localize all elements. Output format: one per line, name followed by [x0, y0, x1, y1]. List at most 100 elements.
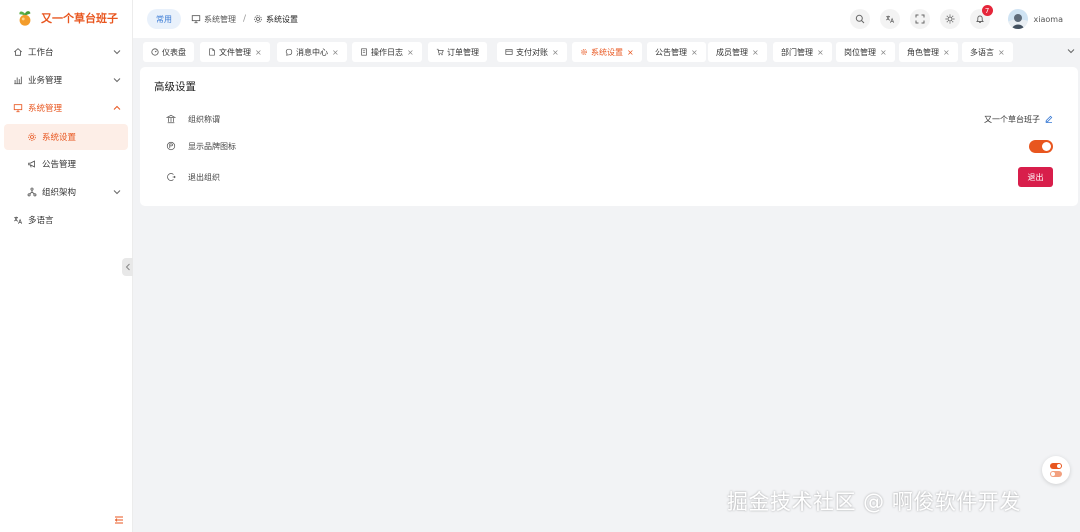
tab-departments[interactable]: 部门管理 ×	[773, 42, 832, 62]
org-name-value: 又一个草台班子	[984, 114, 1053, 125]
tab-members[interactable]: 成员管理 ×	[708, 42, 767, 62]
sun-icon	[945, 14, 955, 24]
org-name-text: 又一个草台班子	[984, 114, 1040, 124]
sidebar-item-label: 多语言	[28, 216, 54, 226]
log-icon	[361, 48, 367, 56]
tab-system-settings[interactable]: 系统设置 ×	[572, 42, 642, 62]
close-icon[interactable]: ×	[627, 48, 634, 57]
top-header: 常用 系统管理 / 系统设置 7 xiaoma	[133, 0, 1080, 38]
tab-orders[interactable]: 订单管理	[428, 42, 487, 62]
tab-label: 多语言	[970, 47, 994, 57]
breadcrumb-item[interactable]: 系统管理	[191, 14, 236, 25]
leave-org-button[interactable]: 退出	[1018, 167, 1053, 187]
notification-button[interactable]: 7	[969, 5, 993, 29]
avatar[interactable]	[1007, 9, 1028, 29]
notification-badge: 7	[981, 5, 993, 16]
gear-icon	[254, 15, 262, 23]
tab-label: 支付对账	[516, 47, 548, 57]
sidebar-item-announcements[interactable]: 公告管理	[0, 151, 133, 177]
gear-icon	[581, 49, 587, 55]
tab-dashboard[interactable]: 仪表盘	[143, 42, 194, 62]
setting-label: 退出组织	[188, 172, 220, 182]
username[interactable]: xiaoma	[1034, 15, 1063, 24]
tab-label: 系统设置	[591, 47, 623, 57]
close-icon[interactable]: ×	[332, 48, 339, 57]
close-icon[interactable]: ×	[998, 48, 1005, 57]
close-icon[interactable]: ×	[752, 48, 759, 57]
toggle-knob	[1042, 141, 1051, 151]
search-button[interactable]	[849, 9, 870, 29]
tab-label: 消息中心	[296, 47, 328, 57]
floating-settings-button[interactable]	[1042, 456, 1070, 484]
sidebar-item-org-structure[interactable]: 组织架构	[0, 179, 133, 205]
tab-label: 角色管理	[907, 47, 939, 57]
sidebar-collapse-handle[interactable]	[122, 258, 133, 276]
close-icon[interactable]: ×	[880, 48, 887, 57]
chevron-left-icon	[125, 263, 130, 271]
sidebar-item-workbench[interactable]: 工作台	[0, 39, 133, 65]
setting-label: 组织称谓	[188, 114, 220, 124]
sidebar-item-system-settings[interactable]: 系统设置	[4, 124, 128, 150]
toggle-icon	[1050, 471, 1062, 477]
breadcrumb-separator: /	[243, 14, 247, 24]
building-icon	[166, 114, 176, 124]
tab-operation-log[interactable]: 操作日志 ×	[352, 42, 422, 62]
chevron-up-icon	[113, 105, 121, 110]
common-chip[interactable]: 常用	[147, 9, 181, 29]
avatar-image	[1007, 9, 1028, 29]
tab-label: 部门管理	[781, 47, 813, 57]
message-icon	[285, 48, 293, 56]
tab-positions[interactable]: 岗位管理 ×	[836, 42, 895, 62]
card-icon	[505, 49, 513, 55]
cart-icon	[436, 48, 444, 56]
logo-icon	[19, 11, 31, 26]
close-icon[interactable]: ×	[407, 48, 414, 57]
fullscreen-button[interactable]	[909, 9, 930, 29]
header-toolbar: 7 xiaoma	[849, 0, 1080, 38]
sidebar-item-label: 系统管理	[28, 104, 63, 114]
sidebar-item-label: 系统设置	[42, 133, 77, 143]
sidebar-item-label: 工作台	[28, 48, 54, 58]
theme-button[interactable]	[939, 9, 960, 29]
tab-messages[interactable]: 消息中心 ×	[277, 42, 347, 62]
logout-icon	[167, 173, 176, 181]
setting-label: 显示品牌图标	[188, 141, 236, 151]
monitor-icon	[191, 15, 201, 24]
language-button[interactable]	[879, 9, 900, 29]
brand-icon	[166, 141, 176, 151]
chevron-down-icon	[113, 78, 121, 83]
breadcrumb-current: 系统设置	[253, 14, 298, 25]
sidebar: 又一个草台班子 工作台 业务管理 系统管理 系统设置 公告管理 组织架构 多语言	[0, 0, 133, 532]
chevron-down-icon[interactable]	[1066, 46, 1076, 56]
gear-icon	[28, 133, 36, 141]
tab-i18n[interactable]: 多语言 ×	[962, 42, 1013, 62]
translate-icon	[885, 15, 894, 23]
close-icon[interactable]: ×	[691, 48, 698, 57]
tab-label: 成员管理	[716, 47, 748, 57]
close-icon[interactable]: ×	[552, 48, 559, 57]
brand-icon-toggle[interactable]	[1029, 139, 1053, 153]
sidebar-item-system[interactable]: 系统管理	[0, 95, 133, 121]
tab-files[interactable]: 文件管理 ×	[200, 42, 270, 62]
chevron-down-icon	[113, 190, 121, 195]
tab-payment-reconcile[interactable]: 支付对账 ×	[497, 42, 567, 62]
close-icon[interactable]: ×	[943, 48, 950, 57]
search-icon	[855, 14, 864, 24]
close-icon[interactable]: ×	[817, 48, 824, 57]
toggle-icon	[1050, 463, 1062, 469]
sidebar-item-i18n[interactable]: 多语言	[0, 207, 133, 233]
sidebar-item-business[interactable]: 业务管理	[0, 67, 133, 93]
edit-icon[interactable]	[1045, 115, 1053, 123]
panel-title: 高级设置	[154, 81, 196, 93]
sidebar-item-label: 组织架构	[42, 188, 77, 198]
sidebar-fold-icon[interactable]	[114, 515, 124, 525]
sidebar-item-label: 公告管理	[42, 160, 77, 170]
app-logo[interactable]: 又一个草台班子	[0, 0, 132, 36]
tab-roles[interactable]: 角色管理 ×	[899, 42, 958, 62]
home-icon	[13, 48, 23, 56]
setting-row-brand-icon: 显示品牌图标	[140, 135, 1078, 157]
close-icon[interactable]: ×	[255, 48, 262, 57]
tab-announcements[interactable]: 公告管理 ×	[647, 42, 706, 62]
tab-bar: 仪表盘 文件管理 × 消息中心 × 操作日志 × 订单管理 支付对账 × 系统设…	[140, 42, 1080, 62]
tab-label: 仪表盘	[162, 47, 186, 57]
